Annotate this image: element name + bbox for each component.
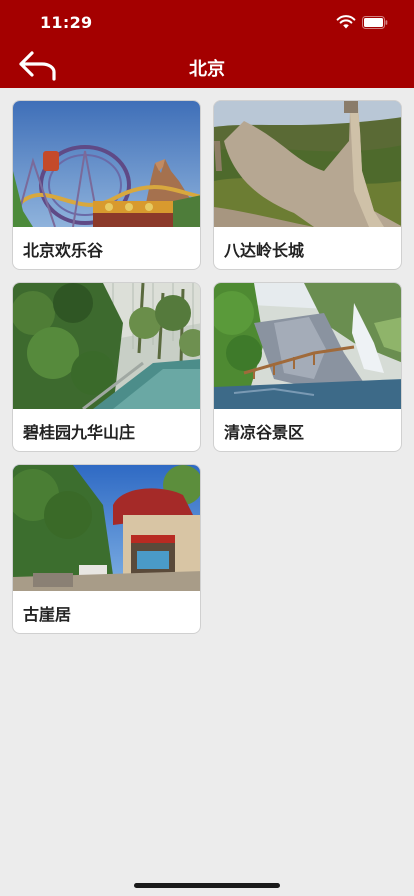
- nav-bar: 北京: [0, 44, 414, 88]
- place-card-guyaju[interactable]: 古崖居: [12, 464, 201, 634]
- place-card-great-wall[interactable]: 八达岭长城: [213, 100, 402, 270]
- status-time: 11:29: [40, 13, 93, 32]
- home-indicator[interactable]: [134, 883, 280, 888]
- battery-icon: [362, 16, 388, 29]
- place-card-happy-valley[interactable]: 北京欢乐谷: [12, 100, 201, 270]
- place-name: 北京欢乐谷: [23, 241, 104, 260]
- place-image-qingliang-valley: [214, 283, 401, 409]
- app-header: 11:29 北京: [0, 0, 414, 88]
- place-name: 八达岭长城: [224, 241, 305, 260]
- place-card-jiuhua-villa[interactable]: 碧桂园九华山庄: [12, 282, 201, 452]
- place-image-jiuhua-villa: [13, 283, 200, 409]
- place-name: 古崖居: [23, 605, 72, 624]
- place-card-qingliang-valley[interactable]: 清凉谷景区: [213, 282, 402, 452]
- wifi-icon: [336, 15, 356, 29]
- place-name: 碧桂园九华山庄: [23, 423, 136, 442]
- status-bar: 11:29: [0, 0, 414, 44]
- place-image-great-wall: [214, 101, 401, 227]
- page-title: 北京: [189, 59, 225, 80]
- place-image-guyaju: [13, 465, 200, 591]
- place-name: 清凉谷景区: [224, 423, 305, 442]
- place-image-happy-valley: [13, 101, 200, 227]
